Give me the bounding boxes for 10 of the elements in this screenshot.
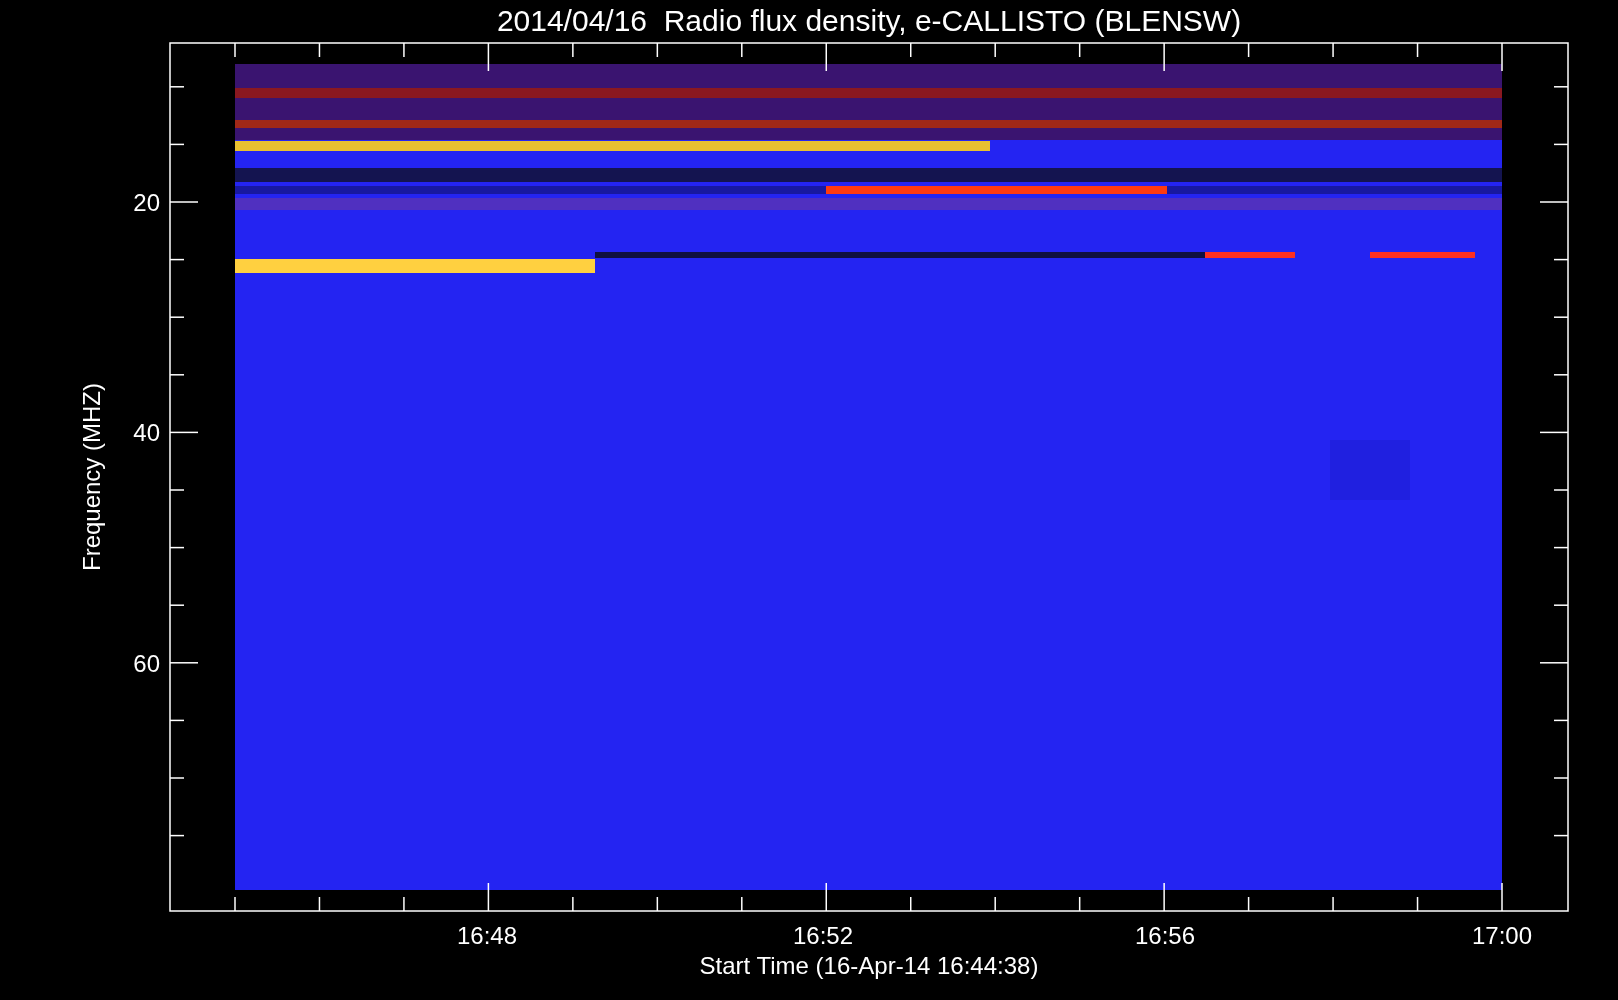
y-axis-label: Frequency (MHZ)	[78, 383, 105, 571]
plot-title: 2014/04/16 Radio flux density, e-CALLISTO (BLENSW)	[496, 4, 1242, 37]
y-tick-label: 40	[133, 419, 160, 446]
x-tick-label: 17:00	[1471, 922, 1533, 949]
x-axis-label: Start Time (16-Apr-14 16:44:38)	[699, 952, 1039, 979]
y-tick-label: 20	[133, 189, 160, 216]
x-tick-label: 16:48	[456, 922, 518, 949]
x-tick-label: 16:56	[1134, 922, 1196, 949]
y-tick-label: 60	[133, 650, 160, 677]
x-tick-label: 16:52	[792, 922, 854, 949]
